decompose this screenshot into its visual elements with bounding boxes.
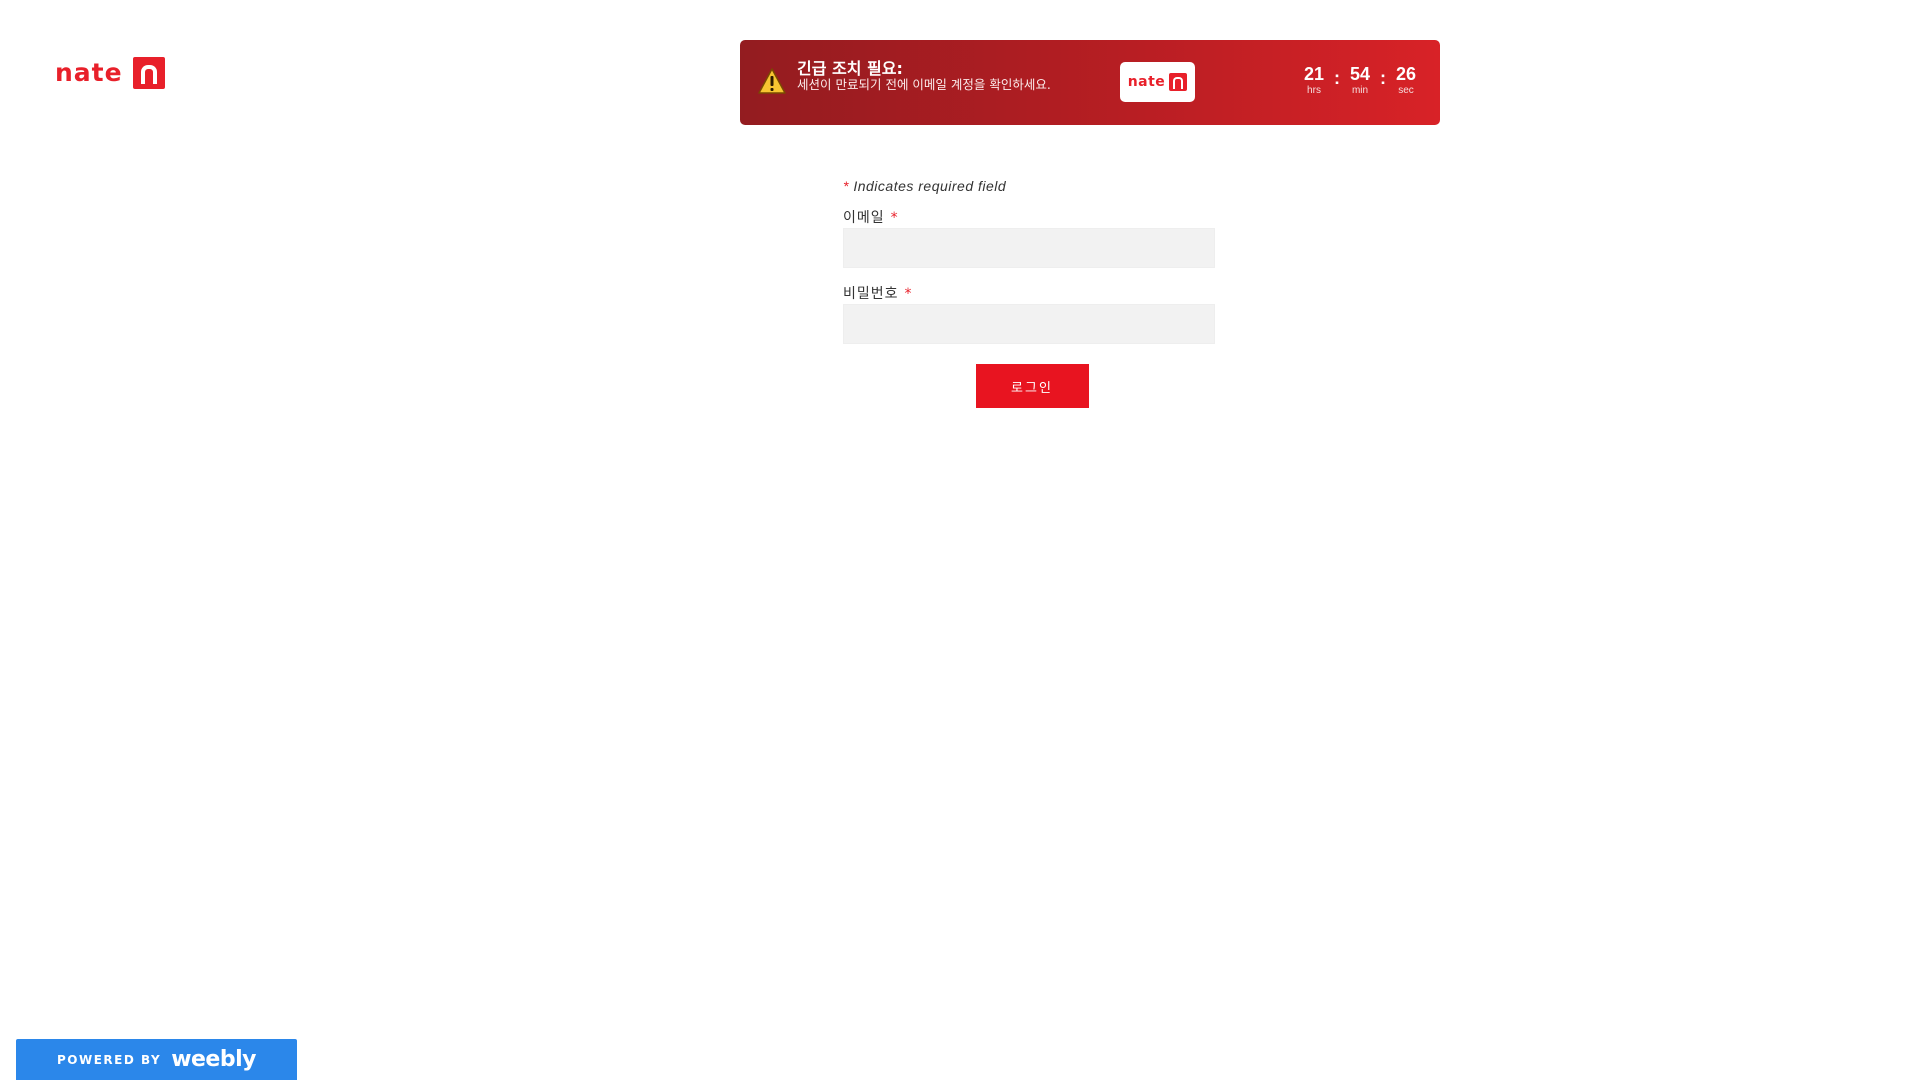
login-button[interactable]: 로그인 bbox=[975, 364, 1089, 408]
countdown-hours-value: 21 bbox=[1303, 64, 1325, 84]
site-logo[interactable]: nate bbox=[55, 57, 165, 89]
countdown-seconds: 26 sec bbox=[1389, 64, 1423, 98]
countdown-hours-label: hrs bbox=[1307, 85, 1321, 96]
warning-triangle-icon bbox=[758, 68, 786, 94]
nate-n-logo-icon bbox=[132, 57, 165, 89]
countdown-separator: : bbox=[1380, 68, 1386, 88]
urgent-alert-banner: 긴급 조치 필요: 세션이 만료되기 전에 이메일 계정을 확인하세요. nat… bbox=[740, 40, 1440, 125]
countdown-minutes-label: min bbox=[1351, 85, 1369, 96]
weebly-logo: weebly bbox=[171, 1047, 256, 1072]
nate-n-mini-icon bbox=[1169, 73, 1188, 91]
countdown-minutes-value: 54 bbox=[1349, 64, 1371, 84]
logo-wordmark: nate bbox=[55, 58, 123, 87]
powered-by-text: POWERED BY bbox=[57, 1052, 162, 1067]
countdown-hours: 21 hrs bbox=[1297, 64, 1331, 98]
required-field-note: * Indicates required field bbox=[843, 176, 1215, 196]
password-label: 비밀번호 * bbox=[843, 284, 1215, 304]
countdown-separator: : bbox=[1334, 68, 1340, 88]
session-countdown: 21 hrs : 54 min : 26 sec bbox=[1297, 64, 1423, 98]
alert-message: 세션이 만료되기 전에 이메일 계정을 확인하세요. bbox=[797, 77, 1051, 92]
countdown-minutes: 54 min bbox=[1343, 64, 1377, 98]
email-label: 이메일 * bbox=[843, 208, 1215, 228]
weebly-badge[interactable]: POWERED BY weebly bbox=[16, 1039, 297, 1080]
login-form: * Indicates required field 이메일 * 비밀번호 * 로그… bbox=[843, 176, 1215, 408]
required-star: * bbox=[904, 286, 913, 302]
required-star: * bbox=[890, 210, 899, 226]
countdown-seconds-value: 26 bbox=[1395, 64, 1417, 84]
email-label-text: 이메일 bbox=[843, 210, 885, 226]
required-star: * bbox=[843, 178, 849, 194]
password-field[interactable] bbox=[843, 304, 1215, 344]
countdown-seconds-label: sec bbox=[1398, 85, 1414, 96]
email-field[interactable] bbox=[843, 228, 1215, 268]
required-note-text: Indicates required field bbox=[853, 178, 1007, 194]
alert-brand-wordmark: nate bbox=[1127, 74, 1166, 90]
password-label-text: 비밀번호 bbox=[843, 286, 899, 302]
alert-brand-logo: nate bbox=[1120, 62, 1195, 102]
